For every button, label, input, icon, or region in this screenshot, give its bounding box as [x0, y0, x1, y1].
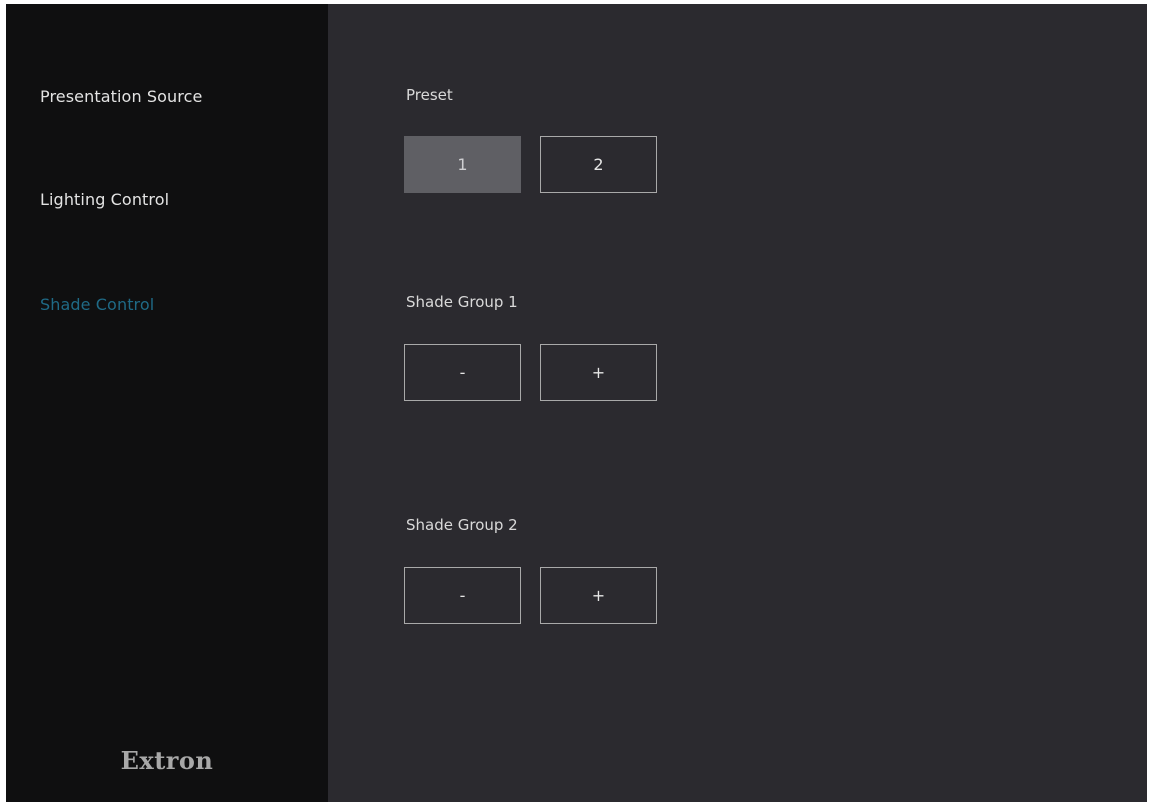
preset-label: Preset — [406, 86, 453, 104]
shade-group-2-decrease-button[interactable]: - — [404, 567, 521, 624]
sidebar: Presentation Source Lighting Control Sha… — [6, 4, 328, 802]
touch-panel-screen: Presentation Source Lighting Control Sha… — [6, 4, 1147, 802]
preset-2-button[interactable]: 2 — [540, 136, 657, 193]
main-panel: Preset 1 2 Shade Group 1 - + Shade Group… — [328, 4, 1147, 802]
shade-group-1-label: Shade Group 1 — [406, 293, 518, 311]
sidebar-item-lighting-control[interactable]: Lighting Control — [40, 190, 169, 209]
shade-group-1-increase-button[interactable]: + — [540, 344, 657, 401]
shade-group-2-label: Shade Group 2 — [406, 516, 518, 534]
sidebar-item-shade-control[interactable]: Shade Control — [40, 295, 154, 314]
extron-logo: Extron — [120, 746, 214, 775]
preset-1-button[interactable]: 1 — [404, 136, 521, 193]
shade-group-1-decrease-button[interactable]: - — [404, 344, 521, 401]
shade-group-2-increase-button[interactable]: + — [540, 567, 657, 624]
sidebar-item-presentation-source[interactable]: Presentation Source — [40, 87, 202, 106]
